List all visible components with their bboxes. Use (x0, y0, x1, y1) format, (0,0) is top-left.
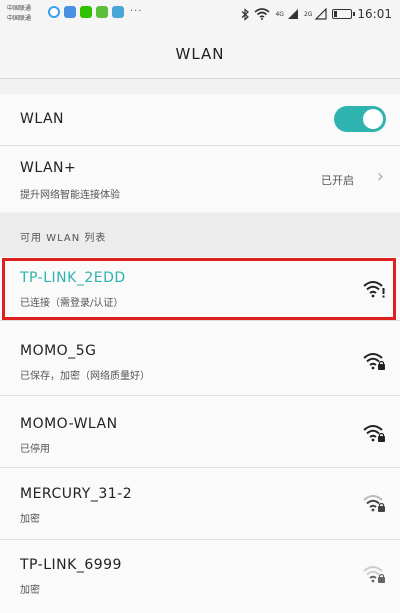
battery-icon (332, 9, 356, 19)
network-item-mercury-31-2[interactable]: MERCURY_31-2 加密 (0, 468, 400, 540)
network-item-momo-wlan[interactable]: MOMO-WLAN 已停用 (0, 396, 400, 468)
signal-icon (287, 9, 298, 19)
switch-knob (363, 109, 383, 129)
wifi-alert-icon (363, 281, 385, 298)
wechat-icon (80, 6, 92, 18)
carrier-labels: 中国联通 中国联通 (7, 4, 31, 24)
carrier-1: 中国联通 (7, 5, 32, 12)
bluetooth-icon (242, 7, 250, 21)
network-type-2: 2G (303, 10, 313, 18)
signal-icon (315, 8, 328, 20)
network-item-momo-5g[interactable]: MOMO_5G 已保存，加密（网络质量好） (0, 321, 400, 396)
chevron-right-icon: › (376, 166, 384, 187)
available-networks-header: 可用 WLAN 列表 (0, 213, 400, 257)
title-bar: WLAN (0, 30, 400, 78)
network-status: 已保存，加密（网络质量好） (20, 371, 150, 382)
clock: 16:01 (357, 7, 392, 21)
divider (0, 78, 400, 79)
network-ssid: TP-LINK_2EDD (20, 270, 126, 286)
network-status: 已停用 (20, 444, 50, 455)
wlan-plus-description: 提升网络智能连接体验 (20, 190, 120, 201)
network-ssid: MOMO-WLAN (20, 416, 118, 432)
status-bar: 中国联通 中国联通 ··· 4G 2G 16:01 (0, 0, 400, 30)
network-ssid: MERCURY_31-2 (20, 486, 133, 502)
network-ssid: MOMO_5G (20, 343, 97, 359)
network-status: 加密 (20, 514, 40, 525)
network-type-1: 4G (275, 10, 284, 18)
wifi-lock-icon (363, 566, 385, 583)
page-title: WLAN (175, 45, 225, 63)
wlan-toggle-row[interactable]: WLAN (0, 94, 400, 146)
app-notification-icon (96, 6, 108, 18)
battery-level (334, 11, 338, 17)
app-notification-icon (64, 6, 76, 18)
app-notification-icon (48, 6, 60, 18)
wlan-plus-state: 已开启 (321, 174, 354, 187)
wlan-switch[interactable] (334, 106, 386, 132)
wifi-lock-icon (363, 495, 385, 512)
network-ssid: TP-LINK_6999 (20, 557, 122, 573)
gallery-icon (112, 6, 124, 18)
notification-icons: ··· (48, 6, 143, 18)
more-notifications-icon: ··· (130, 6, 143, 17)
network-item-tp-link-2edd[interactable]: TP-LINK_2EDD 已连接（需登录/认证） (0, 257, 400, 321)
wlan-plus-row[interactable]: WLAN+ 提升网络智能连接体验 已开启 › (0, 146, 400, 212)
wifi-lock-icon (363, 353, 385, 370)
section-title: 可用 WLAN 列表 (20, 233, 107, 244)
network-item-tp-link-6999[interactable]: TP-LINK_6999 加密 (0, 540, 400, 613)
wifi-icon (254, 8, 270, 20)
wlan-plus-label: WLAN+ (20, 160, 77, 176)
carrier-2: 中国联通 (7, 15, 32, 22)
status-indicators: 4G 2G 16:01 (241, 5, 392, 23)
wlan-label: WLAN (20, 111, 65, 127)
network-status: 加密 (20, 585, 40, 596)
wifi-lock-icon (363, 425, 385, 442)
network-status: 已连接（需登录/认证） (20, 298, 124, 309)
